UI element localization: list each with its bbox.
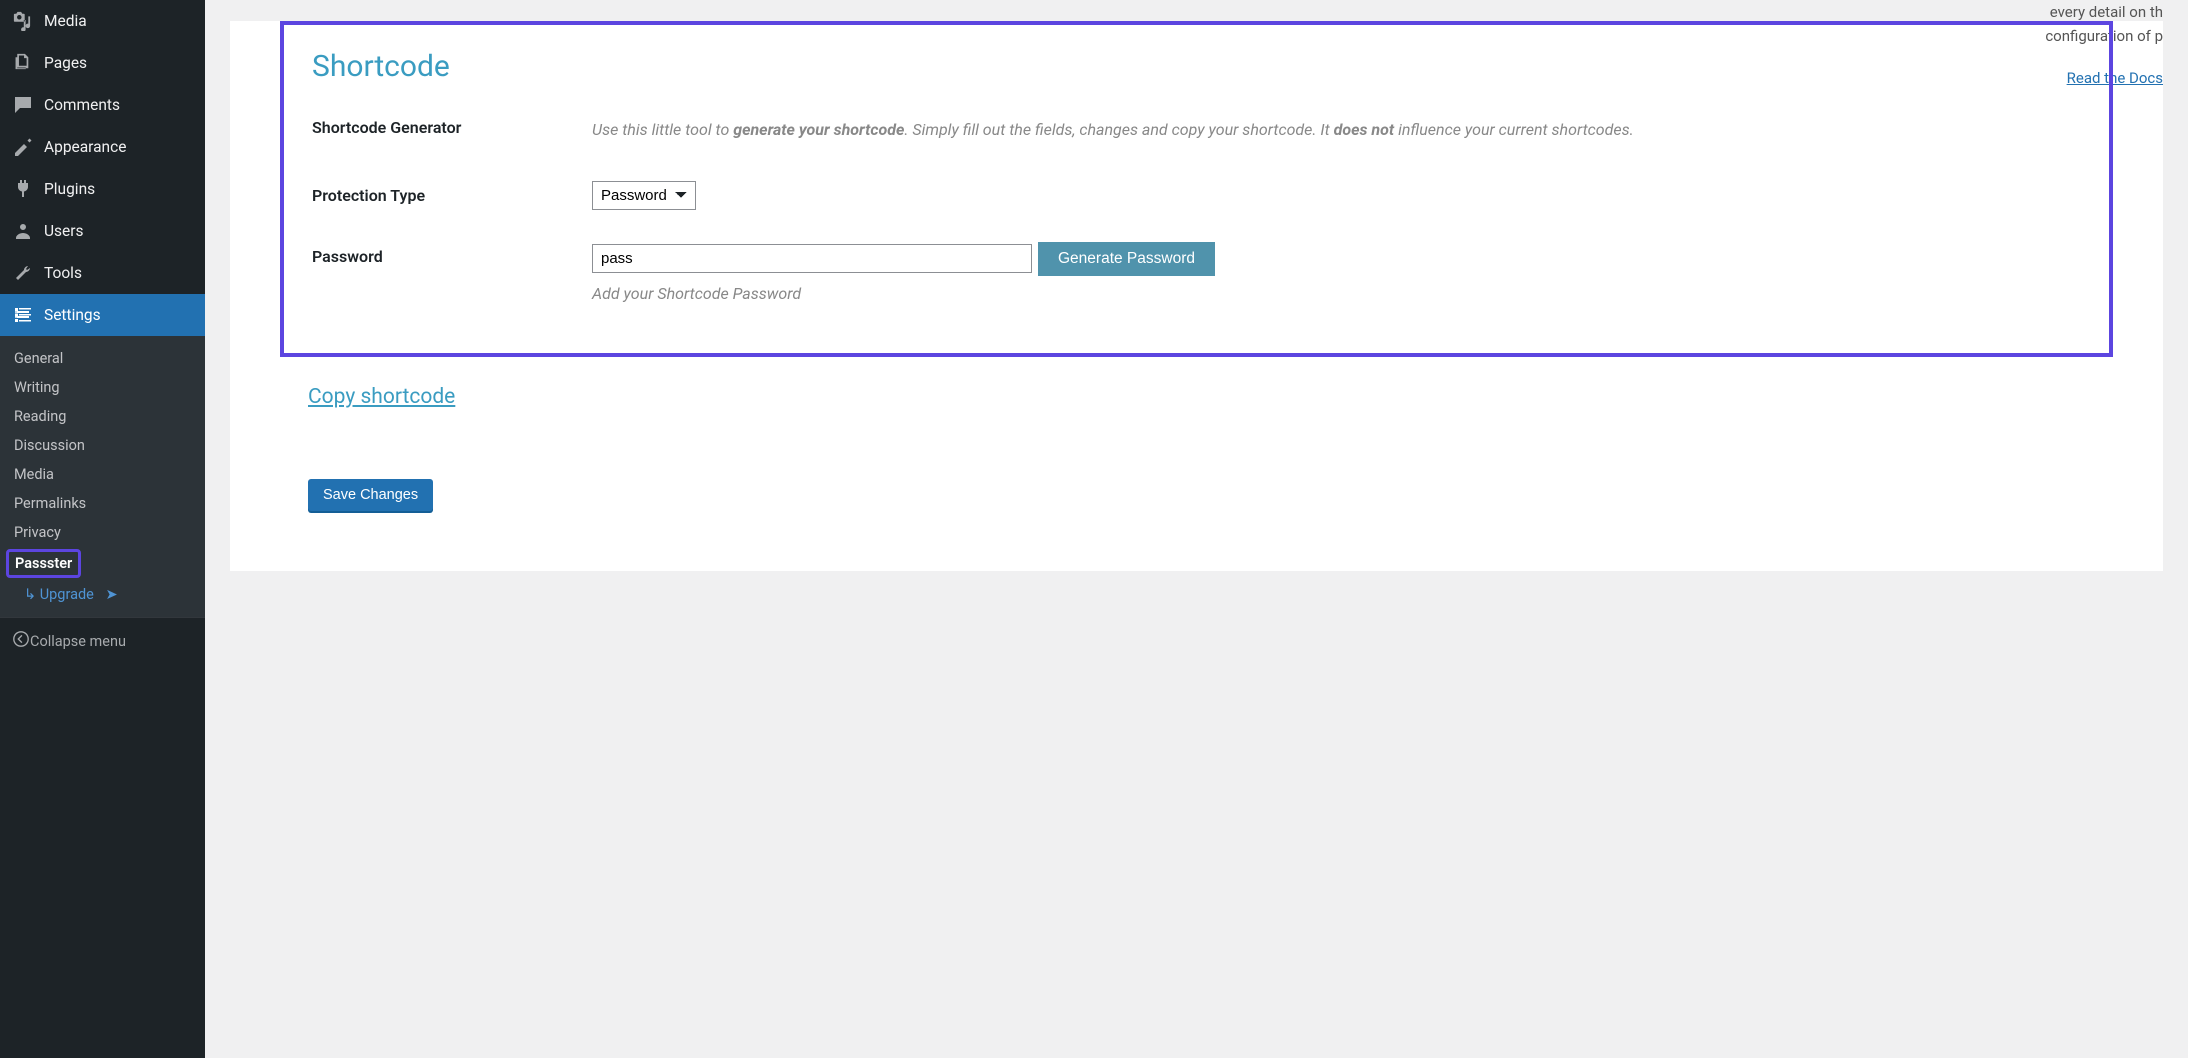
sidebar-item-label: Media bbox=[44, 12, 87, 30]
sub-upgrade[interactable]: ↳ Upgrade ➤ bbox=[0, 580, 205, 609]
password-input[interactable] bbox=[592, 244, 1032, 273]
collapse-menu[interactable]: Collapse menu bbox=[0, 617, 205, 664]
generator-description: Use this little tool to generate your sh… bbox=[592, 118, 2081, 143]
sidebar-item-label: Tools bbox=[44, 264, 82, 282]
sidebar-item-comments[interactable]: Comments bbox=[0, 84, 205, 126]
copy-shortcode-link[interactable]: Copy shortcode bbox=[308, 385, 455, 409]
row-protection-type: Protection Type Password bbox=[312, 181, 2081, 210]
row-generator: Shortcode Generator Use this little tool… bbox=[312, 118, 2081, 143]
sidebar-item-tools[interactable]: Tools bbox=[0, 252, 205, 294]
media-icon bbox=[12, 10, 34, 32]
generator-label: Shortcode Generator bbox=[312, 118, 592, 137]
desc-bold: generate your shortcode bbox=[733, 120, 904, 139]
protection-type-select[interactable]: Password bbox=[592, 181, 696, 210]
password-label: Password bbox=[312, 242, 592, 266]
sidebar-item-label: Settings bbox=[44, 306, 101, 324]
desc-text: Use this little tool to bbox=[592, 120, 733, 139]
sub-discussion[interactable]: Discussion bbox=[0, 431, 205, 460]
sidebar-item-label: Pages bbox=[44, 54, 87, 72]
plugins-icon bbox=[12, 178, 34, 200]
sidebar-item-label: Plugins bbox=[44, 180, 95, 198]
sidebar-item-pages[interactable]: Pages bbox=[0, 42, 205, 84]
upgrade-arrow-icon: ➤ bbox=[105, 586, 117, 603]
settings-icon bbox=[12, 304, 34, 326]
comments-icon bbox=[12, 94, 34, 116]
sub-general[interactable]: General bbox=[0, 344, 205, 373]
admin-sidebar: Media Pages Comments Appearance Plugins … bbox=[0, 0, 205, 1058]
desc-text: influence your current shortcodes. bbox=[1394, 120, 1634, 139]
desc-text: . Simply fill out the fields, changes an… bbox=[904, 120, 1333, 139]
upgrade-label: Upgrade bbox=[40, 586, 94, 603]
sub-permalinks[interactable]: Permalinks bbox=[0, 489, 205, 518]
shortcode-title: Shortcode bbox=[312, 49, 2081, 84]
collapse-icon bbox=[12, 630, 30, 652]
pages-icon bbox=[12, 52, 34, 74]
sidebar-item-plugins[interactable]: Plugins bbox=[0, 168, 205, 210]
content-panel: every detail on th configuration of p Re… bbox=[230, 21, 2163, 571]
sub-reading[interactable]: Reading bbox=[0, 402, 205, 431]
users-icon bbox=[12, 220, 34, 242]
desc-bold: does not bbox=[1334, 120, 1395, 139]
sidebar-item-settings[interactable]: Settings bbox=[0, 294, 205, 336]
protection-type-label: Protection Type bbox=[312, 186, 592, 205]
sub-writing[interactable]: Writing bbox=[0, 373, 205, 402]
sidebar-item-media[interactable]: Media bbox=[0, 0, 205, 42]
sidebar-submenu: General Writing Reading Discussion Media… bbox=[0, 336, 205, 617]
sub-privacy[interactable]: Privacy bbox=[0, 518, 205, 547]
sidebar-item-label: Comments bbox=[44, 96, 120, 114]
save-changes-button[interactable]: Save Changes bbox=[308, 479, 433, 511]
sidebar-item-label: Appearance bbox=[44, 138, 126, 156]
shortcode-box: Shortcode Shortcode Generator Use this l… bbox=[280, 21, 2113, 357]
upgrade-prefix-icon: ↳ bbox=[24, 586, 36, 603]
sidebar-item-appearance[interactable]: Appearance bbox=[0, 126, 205, 168]
tools-icon bbox=[12, 262, 34, 284]
sub-media[interactable]: Media bbox=[0, 460, 205, 489]
password-hint: Add your Shortcode Password bbox=[592, 284, 2081, 303]
sub-passster[interactable]: Passster bbox=[6, 549, 81, 578]
appearance-icon bbox=[12, 136, 34, 158]
collapse-label: Collapse menu bbox=[30, 633, 126, 650]
row-password: Password Generate Password Add your Shor… bbox=[312, 242, 2081, 303]
sidebar-item-users[interactable]: Users bbox=[0, 210, 205, 252]
sidebar-item-label: Users bbox=[44, 222, 84, 240]
generate-password-button[interactable]: Generate Password bbox=[1038, 242, 1215, 276]
main-content: every detail on th configuration of p Re… bbox=[205, 0, 2188, 1058]
